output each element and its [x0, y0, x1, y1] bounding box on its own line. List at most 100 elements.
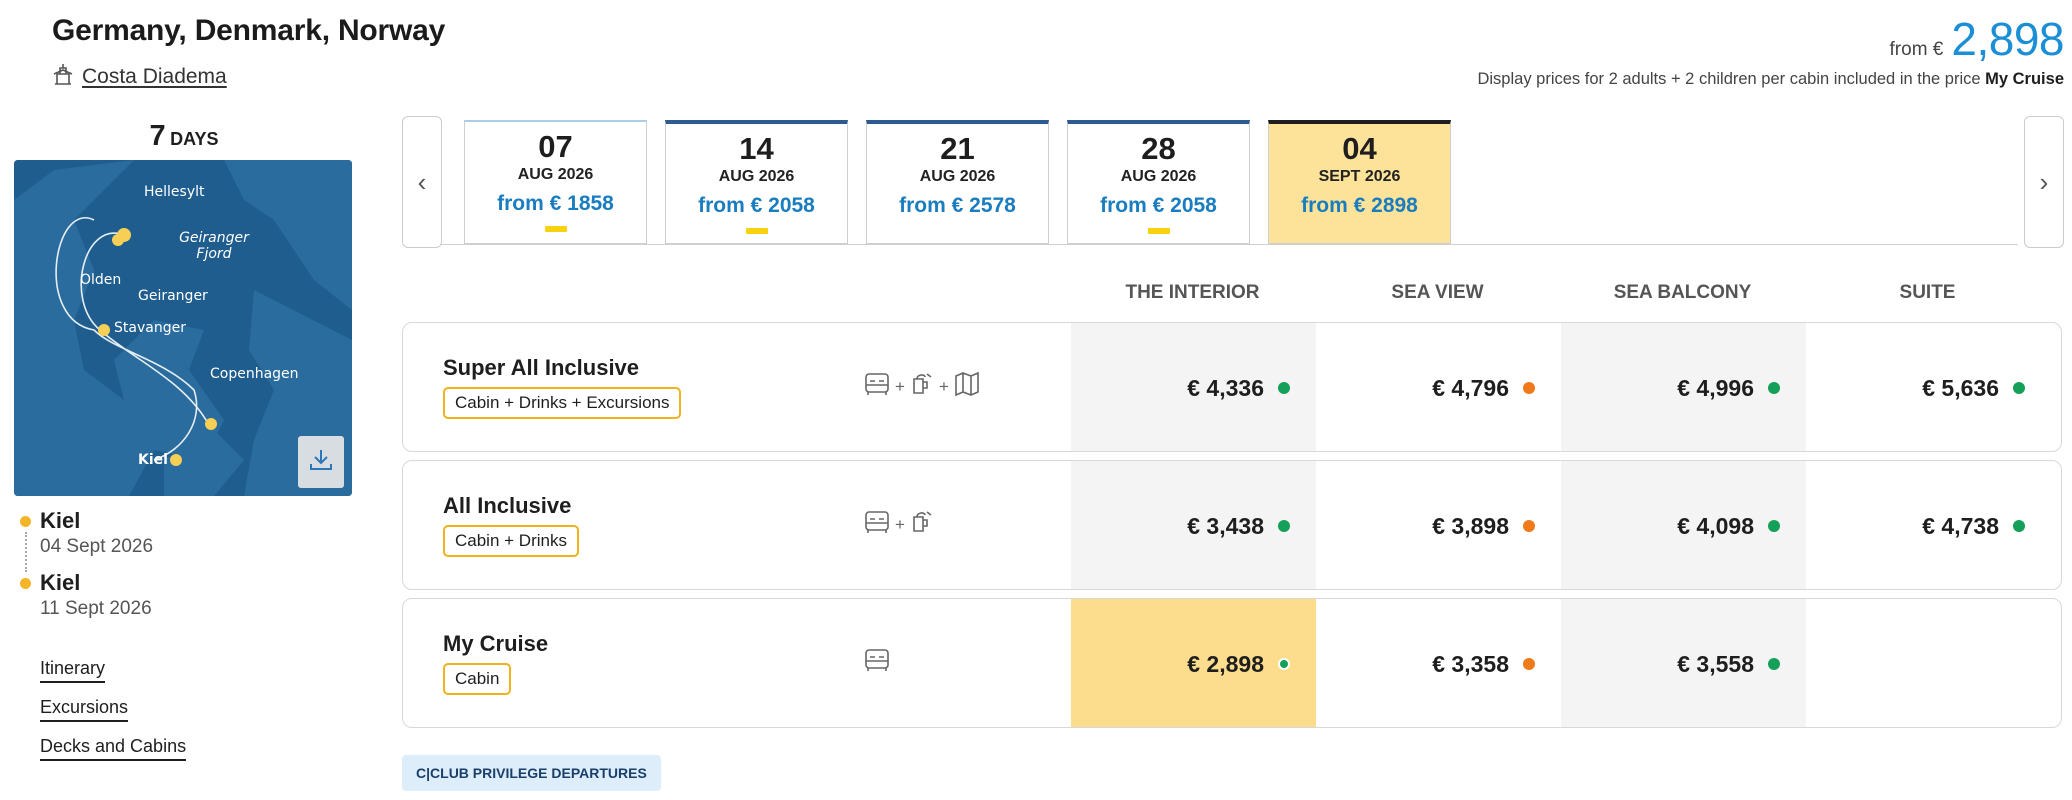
ship-name[interactable]: Costa Diadema	[82, 65, 227, 89]
package-name: My Cruise	[443, 631, 549, 656]
date-marker	[745, 228, 768, 234]
package-name: All Inclusive	[443, 493, 572, 518]
date-month: AUG 2026	[718, 168, 795, 185]
date-price: from € 1858	[497, 192, 614, 215]
date-day: 21	[940, 131, 975, 166]
date-month: AUG 2026	[1120, 168, 1197, 185]
date-month: AUG 2026	[517, 166, 594, 183]
date-option[interactable]: 07 AUG 2026 from € 1858	[464, 120, 647, 244]
availability-dot	[1768, 658, 1780, 670]
link-excursions[interactable]: Excursions	[40, 697, 129, 722]
price-cell[interactable]: € 4,796	[1316, 323, 1561, 451]
price-note-bold: My Cruise	[1985, 70, 2064, 88]
price-cell[interactable]: € 5,636	[1806, 323, 2051, 451]
route-map[interactable]: Hellesylt Geiranger Fjord Olden Geirange…	[14, 160, 352, 496]
availability-dot	[1278, 520, 1290, 532]
map-city-label: Geiranger Fjord	[179, 230, 249, 262]
link-decks-cabins[interactable]: Decks and Cabins	[40, 736, 187, 761]
price-note: Display prices for 2 adults + 2 children…	[1477, 70, 2064, 89]
package-icons: + +	[863, 371, 981, 402]
download-map-button[interactable]	[298, 436, 344, 488]
price-from-value: 2,898	[1951, 13, 2064, 65]
availability-dot	[1768, 382, 1780, 394]
availability-dot	[1523, 382, 1535, 394]
price-cell[interactable]: € 3,558	[1561, 599, 1806, 727]
price-note-text: Display prices for 2 adults + 2 children…	[1477, 70, 1981, 88]
availability-dot	[1278, 382, 1290, 394]
departure-date: 04 Sept 2026	[40, 536, 154, 557]
link-itinerary[interactable]: Itinerary	[40, 658, 106, 683]
package-row-super-all-inclusive: Super All Inclusive Cabin + Drinks + Exc…	[402, 322, 2062, 452]
date-option[interactable]: 28 AUG 2026 from € 2058	[1067, 120, 1250, 244]
bed-icon	[863, 509, 891, 540]
next-dates-button[interactable]: ›	[2024, 116, 2064, 248]
price-value: € 4,336	[1187, 374, 1264, 401]
price-cell[interactable]: € 4,996	[1561, 323, 1806, 451]
arrival-stop: Kiel 11 Sept 2026	[18, 570, 153, 620]
availability-dot	[1523, 658, 1535, 670]
price-cell-selected[interactable]: € 2,898	[1071, 599, 1316, 727]
price-cell[interactable]: € 4,738	[1806, 461, 2051, 589]
price-value: € 3,558	[1677, 650, 1754, 677]
price-value: € 5,636	[1922, 374, 1999, 401]
prev-dates-button[interactable]: ‹	[402, 116, 442, 248]
stop-dot	[20, 578, 31, 589]
package-icons	[863, 647, 891, 678]
date-marker	[1147, 228, 1170, 234]
map-city-label: Hellesylt	[144, 184, 205, 200]
package-tag: Cabin + Drinks	[443, 525, 579, 557]
ship-icon	[52, 62, 74, 92]
price-cell[interactable]: € 4,336	[1071, 323, 1316, 451]
date-month: SEPT 2026	[1318, 168, 1401, 185]
drink-icon	[909, 371, 935, 402]
date-day: 28	[1141, 131, 1176, 166]
stop-dot	[20, 516, 31, 527]
chevron-left-icon: ‹	[417, 166, 427, 197]
date-option[interactable]: 14 AUG 2026 from € 2058	[665, 120, 848, 244]
map-city-label: Olden	[80, 272, 122, 288]
date-price: from € 2058	[698, 194, 815, 217]
drink-icon	[909, 509, 935, 540]
price-value: € 2,898	[1187, 650, 1264, 677]
availability-dot	[2013, 520, 2025, 532]
price-value: € 3,438	[1187, 512, 1264, 539]
availability-dot	[1523, 520, 1535, 532]
date-marker	[544, 226, 567, 232]
map-city-label: Kiel	[138, 452, 168, 468]
price-value: € 4,796	[1432, 374, 1509, 401]
package-row-all-inclusive: All Inclusive Cabin + Drinks + € 3,438 €…	[402, 460, 2062, 590]
column-sea-view: SEA VIEW	[1391, 282, 1484, 303]
price-cell[interactable]: € 3,358	[1316, 599, 1561, 727]
price-cell[interactable]: € 3,438	[1071, 461, 1316, 589]
price-value: € 4,996	[1677, 374, 1754, 401]
map-icon	[953, 371, 981, 402]
price-from: from € 2,898	[1889, 12, 2065, 66]
date-option-selected[interactable]: 04 SEPT 2026 from € 2898	[1268, 120, 1451, 244]
price-from-label: from €	[1889, 39, 1944, 60]
download-icon	[308, 447, 334, 478]
package-tag: Cabin + Drinks + Excursions	[443, 387, 682, 419]
package-row-my-cruise: My Cruise Cabin € 2,898 € 3,358 € 3,558	[402, 598, 2062, 728]
date-price: from € 2898	[1301, 194, 1418, 217]
availability-dot	[1768, 520, 1780, 532]
chevron-right-icon: ›	[2039, 166, 2049, 197]
price-value: € 4,098	[1677, 512, 1754, 539]
map-city-label: Copenhagen	[210, 366, 299, 382]
departure-city: Kiel	[40, 508, 81, 533]
price-value: € 4,738	[1922, 512, 1999, 539]
date-option[interactable]: 21 AUG 2026 from € 2578	[866, 120, 1049, 244]
date-day: 04	[1342, 131, 1377, 166]
arrival-date: 11 Sept 2026	[40, 598, 152, 619]
arrival-city: Kiel	[40, 570, 81, 595]
departure-stop: Kiel 04 Sept 2026	[18, 508, 153, 558]
price-cell[interactable]: € 4,098	[1561, 461, 1806, 589]
sidebar-links: Itinerary Excursions Decks and Cabins	[40, 658, 187, 775]
price-cell[interactable]: € 3,898	[1316, 461, 1561, 589]
package-icons: +	[863, 509, 935, 540]
club-privilege-badge: C|CLUB PRIVILEGE DEPARTURES	[402, 755, 661, 791]
ship-link[interactable]: Costa Diadema	[52, 62, 227, 92]
column-sea-balcony: SEA BALCONY	[1613, 282, 1752, 303]
column-interior: THE INTERIOR	[1125, 282, 1260, 303]
itinerary-stops: Kiel 04 Sept 2026 Kiel 11 Sept 2026	[18, 508, 153, 632]
price-value: € 3,898	[1432, 512, 1509, 539]
